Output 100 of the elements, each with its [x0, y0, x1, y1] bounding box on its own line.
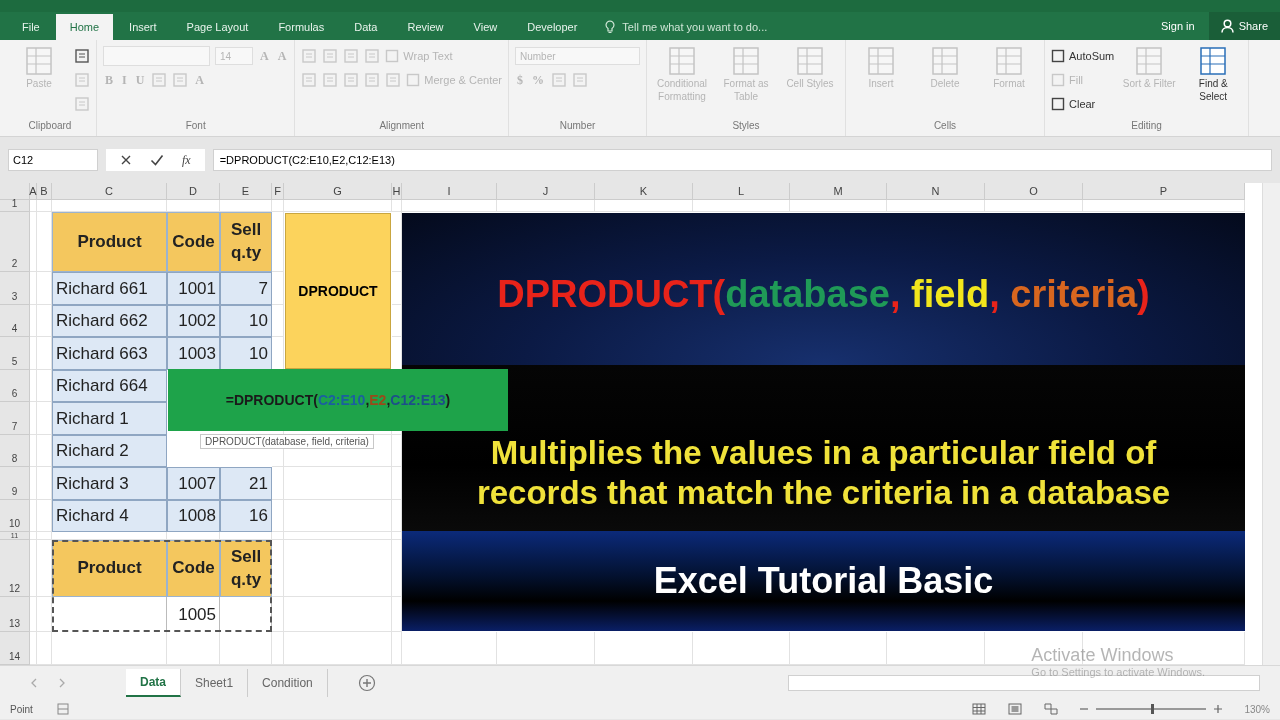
column-header[interactable]: E — [220, 183, 272, 200]
grid-cell[interactable] — [30, 597, 37, 632]
ribbon-button[interactable]: Clear — [1051, 97, 1096, 111]
row-header[interactable]: 3 — [0, 272, 30, 305]
grid-cell[interactable] — [30, 435, 37, 467]
row-header[interactable]: 14 — [0, 632, 30, 665]
grid-cell[interactable] — [30, 337, 37, 370]
grid-cell[interactable] — [1083, 200, 1245, 212]
ribbon-tab[interactable]: Formulas — [264, 14, 339, 40]
grid-cell[interactable] — [985, 200, 1083, 212]
grid-cell[interactable] — [30, 402, 37, 435]
square-icon — [406, 73, 421, 87]
column-header[interactable]: N — [887, 183, 985, 200]
grid-cell[interactable] — [693, 200, 790, 212]
grid-cell[interactable] — [30, 370, 37, 402]
plus-icon[interactable] — [1214, 705, 1223, 713]
sheet-tab[interactable]: Sheet1 — [181, 668, 249, 697]
row-header[interactable]: 13 — [0, 597, 30, 632]
column-header[interactable]: D — [167, 183, 220, 200]
table-icon — [995, 46, 1023, 76]
column-header[interactable]: F — [272, 183, 284, 200]
grid-cell[interactable] — [402, 200, 497, 212]
grid-cell[interactable] — [790, 200, 887, 212]
row-header[interactable]: 10 — [0, 500, 30, 532]
sheet-tab[interactable]: Condition — [248, 668, 328, 697]
ribbon-button[interactable]: AutoSum — [1051, 49, 1115, 63]
row-header[interactable]: 6 — [0, 370, 30, 402]
grid-cell[interactable] — [30, 212, 37, 272]
column-header[interactable]: O — [985, 183, 1083, 200]
column-header[interactable]: P — [1083, 183, 1245, 200]
column-header[interactable]: J — [497, 183, 595, 200]
row-header[interactable]: 12 — [0, 540, 30, 597]
grid-cell[interactable] — [37, 200, 52, 212]
column-header[interactable]: K — [595, 183, 693, 200]
grid-cell[interactable] — [30, 532, 37, 540]
ribbon-button[interactable]: Find & Select — [1184, 44, 1243, 105]
grid-cell[interactable] — [30, 200, 37, 212]
cancel-icon[interactable] — [120, 154, 132, 166]
sheet-tab[interactable]: Data — [126, 668, 181, 697]
minus-icon[interactable] — [1080, 705, 1089, 713]
grid-cell[interactable] — [497, 200, 595, 212]
ribbon-tab[interactable]: View — [459, 14, 512, 40]
grid-cell[interactable] — [284, 467, 392, 500]
page-icon[interactable] — [1008, 703, 1023, 715]
zoom-thumb[interactable] — [1151, 704, 1155, 714]
macro-icon[interactable] — [56, 703, 69, 715]
grid-cell[interactable] — [887, 200, 985, 212]
row-header[interactable]: 4 — [0, 305, 30, 337]
table-icon — [1135, 46, 1164, 76]
ribbon-tab[interactable]: Developer — [513, 14, 592, 40]
select-all-button[interactable] — [0, 183, 30, 200]
column-header[interactable]: C — [52, 183, 167, 200]
column-header[interactable]: G — [284, 183, 392, 200]
checkmark-icon[interactable] — [150, 154, 164, 166]
share-button[interactable]: Share — [1208, 12, 1280, 40]
grid-cell[interactable] — [392, 200, 402, 212]
grid-cell[interactable] — [30, 305, 37, 337]
ribbon-tab[interactable]: Review — [393, 14, 458, 40]
row-header[interactable]: 9 — [0, 467, 30, 500]
grid-cell[interactable] — [30, 272, 37, 305]
ribbon-tab[interactable]: Data — [340, 14, 392, 40]
grid-cell[interactable] — [284, 597, 392, 632]
vertical-scrollbar[interactable] — [1262, 183, 1280, 665]
row-header[interactable]: 8 — [0, 435, 30, 467]
row-header[interactable]: 5 — [0, 337, 30, 370]
table-cell: Richard 663 — [52, 337, 167, 370]
grid-cell[interactable] — [284, 500, 392, 532]
group-label: Cells — [932, 119, 958, 131]
header-cell: Sell q.ty — [220, 540, 272, 597]
table-cell: Richard 664 — [52, 370, 167, 402]
ribbon-tab[interactable]: Page Layout — [172, 14, 263, 40]
row-header[interactable]: 7 — [0, 402, 30, 435]
grid-cell[interactable] — [30, 467, 37, 500]
page-break-icon[interactable] — [1044, 703, 1059, 715]
ribbon-tab[interactable]: File — [8, 14, 54, 40]
row-header[interactable]: 1 — [0, 200, 30, 212]
grid-cell[interactable] — [30, 540, 37, 597]
name-box[interactable]: C12 — [8, 149, 98, 171]
grid-cell[interactable] — [272, 200, 284, 212]
grid-cell[interactable] — [284, 532, 392, 540]
column-header[interactable]: B — [37, 183, 52, 200]
tell-me-field[interactable]: Tell me what you want to do... — [620, 20, 845, 34]
grid-cell[interactable] — [272, 532, 284, 540]
row-header[interactable]: 2 — [0, 212, 30, 272]
column-header[interactable]: L — [693, 183, 790, 200]
plus-icon[interactable] — [357, 673, 376, 692]
ribbon-tab[interactable]: Home — [55, 14, 114, 40]
grid-cell[interactable] — [30, 500, 37, 532]
insert-function-button[interactable]: fx — [182, 152, 191, 168]
grid-cell[interactable] — [284, 200, 392, 212]
square-icon[interactable] — [74, 48, 90, 64]
grid-cell[interactable] — [284, 540, 392, 597]
grid-cell[interactable] — [595, 200, 693, 212]
formula-field[interactable]: =DPRODUCT(C2:E10,E2,C12:E13) — [212, 149, 1272, 171]
grid-icon[interactable] — [972, 703, 987, 715]
column-header[interactable]: M — [790, 183, 887, 200]
grid-cell[interactable] — [37, 532, 52, 540]
sign-in-link[interactable]: Sign in — [1147, 20, 1209, 32]
ribbon-tab[interactable]: Insert — [115, 14, 171, 40]
column-header[interactable]: I — [402, 183, 497, 200]
